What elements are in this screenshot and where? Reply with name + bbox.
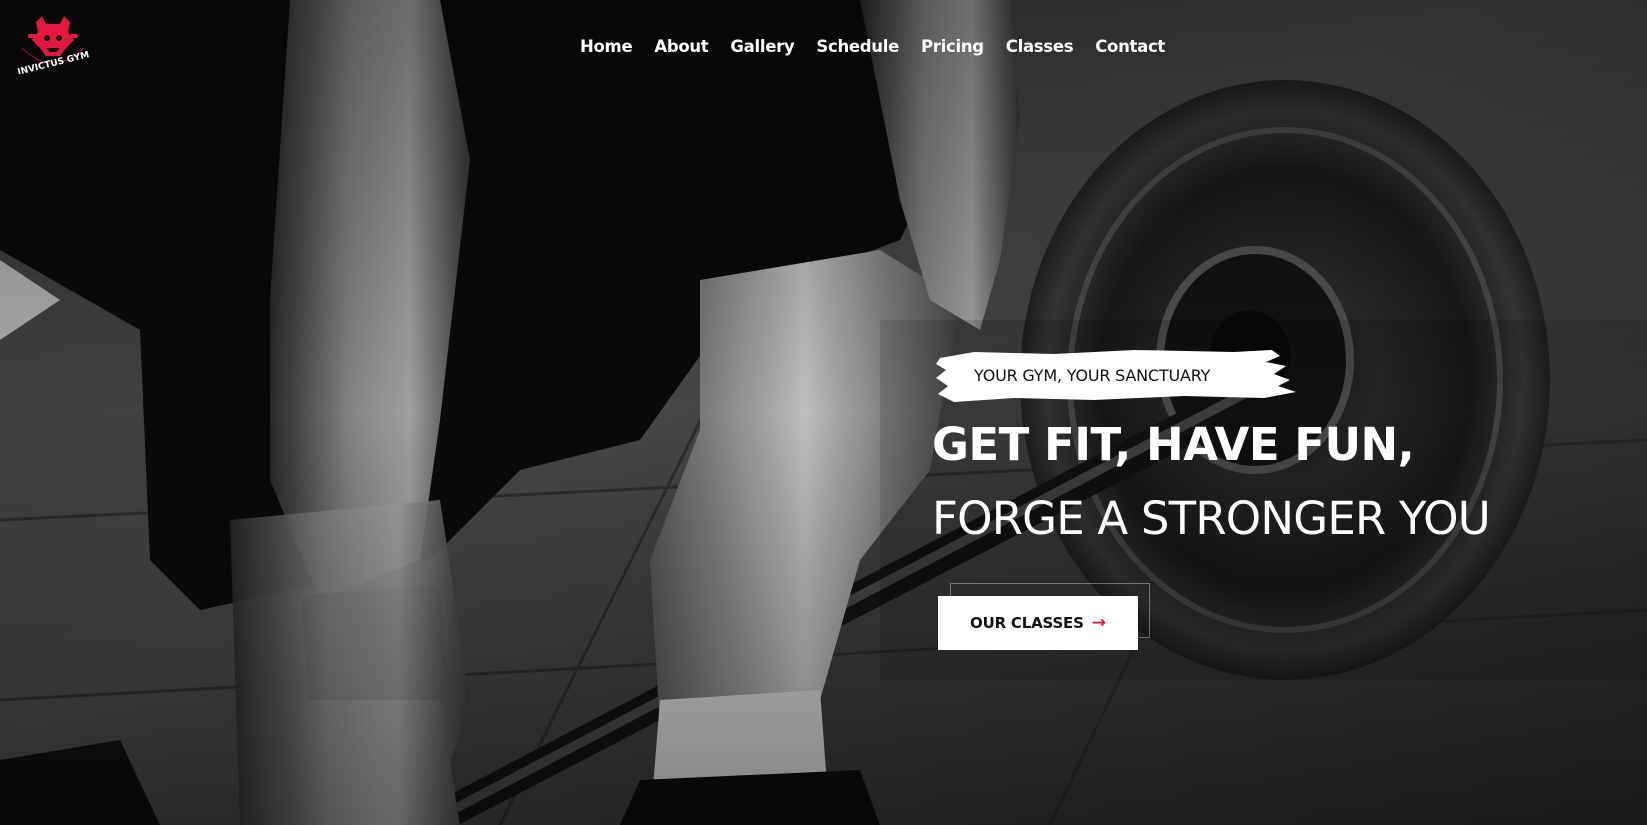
hero-headline-line2: FORGE A STRONGER YOU — [932, 492, 1491, 545]
nav-link-classes[interactable]: Classes — [1006, 37, 1074, 56]
tagline-text: YOUR GYM, YOUR SANCTUARY — [974, 366, 1211, 385]
nav-link-schedule[interactable]: Schedule — [816, 37, 899, 56]
hero-headline-line1: GET FIT, HAVE FUN, — [932, 418, 1415, 471]
our-classes-button[interactable]: OUR CLASSES → — [938, 596, 1138, 650]
nav-link-about[interactable]: About — [654, 37, 708, 56]
cta-label: OUR CLASSES — [970, 614, 1084, 632]
brand-logo[interactable]: INVICTUS GYM — [16, 12, 90, 74]
hero-background-image — [0, 0, 1647, 825]
hero-tagline: YOUR GYM, YOUR SANCTUARY — [934, 346, 1298, 404]
arrow-right-icon: → — [1091, 613, 1106, 633]
nav-link-gallery[interactable]: Gallery — [730, 37, 794, 56]
nav-link-pricing[interactable]: Pricing — [921, 37, 984, 56]
nav-link-contact[interactable]: Contact — [1095, 37, 1165, 56]
nav-link-home[interactable]: Home — [580, 37, 633, 56]
main-navigation: Home About Gallery Schedule Pricing Clas… — [580, 32, 1165, 60]
